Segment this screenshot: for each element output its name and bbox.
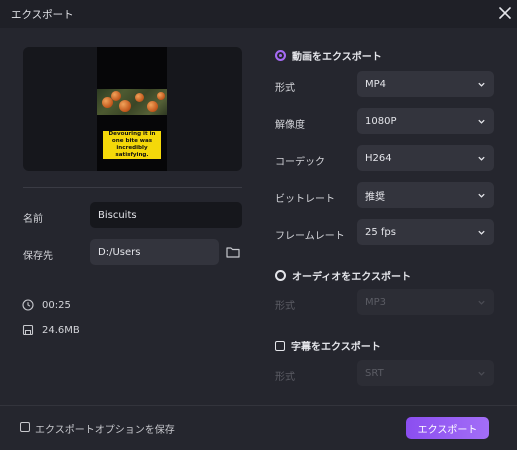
name-input[interactable]: Biscuits	[90, 202, 242, 228]
framerate-select[interactable]: 25 fps	[357, 219, 494, 245]
audio-format-label: 形式	[275, 301, 295, 312]
subtitle-export-checkbox[interactable]	[275, 340, 285, 351]
chevron-down-icon	[478, 371, 485, 376]
audio-export-label: オーディオをエクスポート	[292, 272, 411, 283]
thumbnail-image	[97, 89, 167, 115]
window-title: エクスポート	[11, 9, 74, 21]
codec-label: コーデック	[275, 157, 325, 168]
framerate-label: フレームレート	[275, 231, 345, 242]
save-to-label: 保存先	[23, 251, 53, 262]
video-export-radio[interactable]	[275, 50, 286, 61]
audio-format-select[interactable]: MP3	[357, 289, 494, 315]
title-bar	[0, 0, 517, 28]
video-format-select[interactable]: MP4	[357, 71, 494, 97]
subtitle-export-label: 字幕をエクスポート	[291, 342, 381, 353]
chevron-down-icon	[478, 300, 485, 305]
resolution-select[interactable]: 1080P	[357, 108, 494, 134]
video-export-option[interactable]: 動画をエクスポート	[275, 48, 382, 63]
bitrate-value: 推奨	[365, 191, 385, 203]
chevron-down-icon	[478, 156, 485, 161]
resolution-label: 解像度	[275, 120, 305, 131]
chevron-down-icon	[478, 119, 485, 124]
video-preview: Devouring it in one bite was incredibly …	[23, 47, 242, 171]
folder-icon[interactable]	[226, 246, 240, 258]
framerate-value: 25 fps	[365, 226, 396, 238]
codec-select[interactable]: H264	[357, 145, 494, 171]
video-format-value: MP4	[365, 78, 387, 90]
chevron-down-icon	[478, 193, 485, 198]
divider	[23, 187, 242, 188]
bitrate-select[interactable]: 推奨	[357, 182, 494, 208]
save-path-input[interactable]: D:/Users	[90, 239, 219, 265]
audio-format-value: MP3	[365, 296, 387, 308]
resolution-value: 1080P	[365, 115, 397, 127]
chevron-down-icon	[478, 230, 485, 235]
export-button[interactable]: エクスポート	[406, 417, 489, 439]
video-export-label: 動画をエクスポート	[292, 52, 382, 63]
codec-value: H264	[365, 152, 392, 164]
clock-icon	[22, 299, 34, 311]
subtitle-caption: Devouring it in one bite was incredibly …	[103, 131, 161, 159]
audio-export-radio[interactable]	[275, 270, 286, 281]
file-size-icon	[22, 324, 34, 336]
bitrate-label: ビットレート	[275, 194, 335, 205]
save-options-checkbox[interactable]	[20, 422, 30, 432]
file-size-text: 24.6MB	[42, 325, 80, 336]
chevron-down-icon	[478, 82, 485, 87]
subtitle-format-value: SRT	[365, 367, 384, 379]
video-frame: Devouring it in one bite was incredibly …	[97, 47, 167, 171]
close-icon[interactable]	[496, 4, 514, 22]
save-options-label[interactable]: エクスポートオプションを保存	[35, 421, 175, 436]
subtitle-format-label: 形式	[275, 372, 295, 383]
name-label: 名前	[23, 214, 43, 225]
duration-text: 00:25	[42, 300, 71, 311]
video-format-label: 形式	[275, 83, 295, 94]
audio-export-option[interactable]: オーディオをエクスポート	[275, 268, 411, 283]
subtitle-format-select[interactable]: SRT	[357, 360, 494, 386]
subtitle-export-option[interactable]: 字幕をエクスポート	[275, 338, 381, 353]
